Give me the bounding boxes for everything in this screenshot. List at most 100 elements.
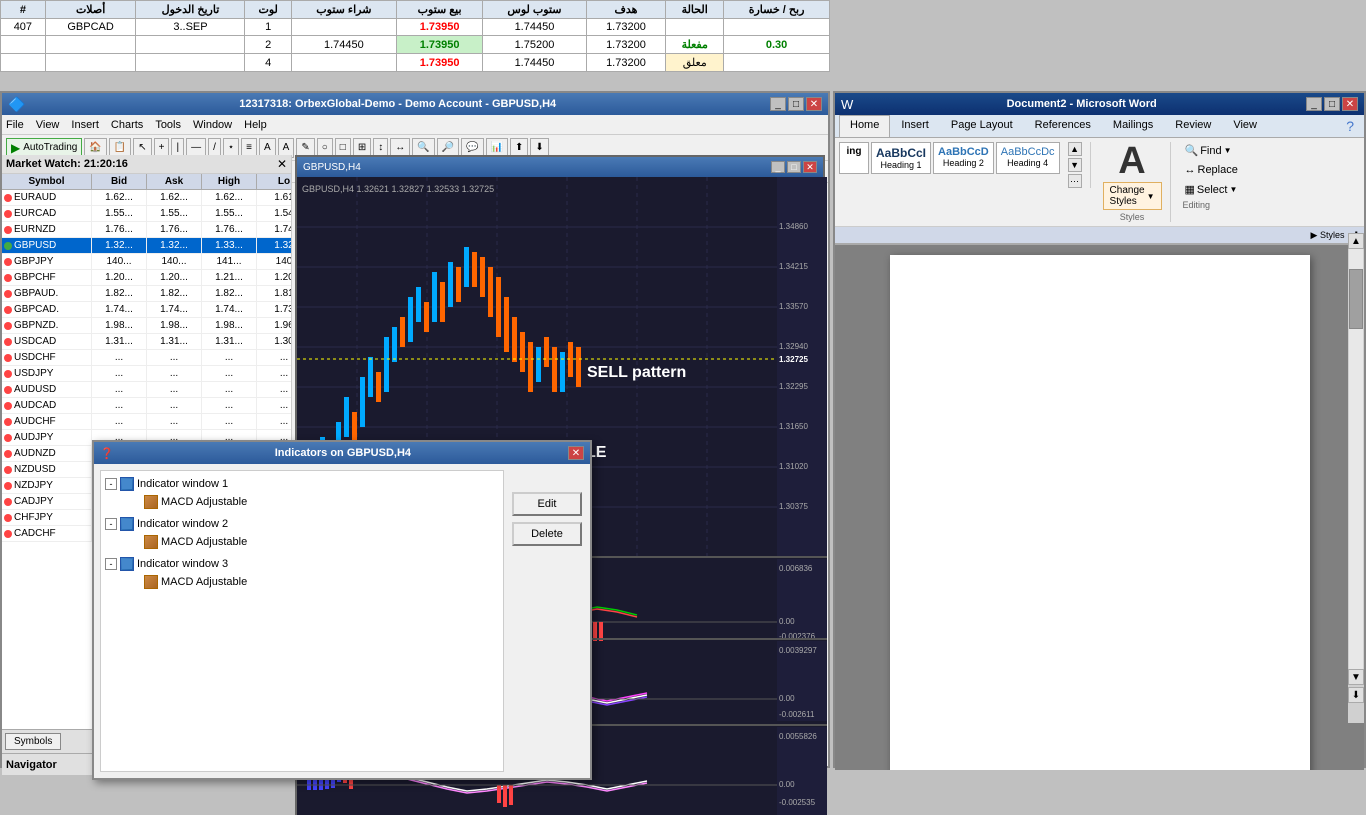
tree-item-window1[interactable]: - Indicator window 1 <box>105 475 499 493</box>
menu-help[interactable]: Help <box>244 119 267 131</box>
style-box-h2[interactable]: AaBbCcD Heading 2 <box>933 142 994 174</box>
tab-references[interactable]: References <box>1024 115 1102 137</box>
word-restore-btn[interactable]: □ <box>1324 97 1340 111</box>
scroll-up-btn[interactable]: ▲ <box>1348 233 1364 249</box>
mt-minimize-btn[interactable]: _ <box>770 97 786 111</box>
select-arrow: ▼ <box>1229 185 1237 194</box>
macd-item-1[interactable]: MACD Adjustable <box>129 493 499 511</box>
chart-close-btn[interactable]: ✕ <box>803 161 817 173</box>
expand-btn-3[interactable]: - <box>105 558 117 570</box>
mw-row-eurnzd[interactable]: EURNZD 1.76...1.76...1.76...1.74 <box>2 222 291 238</box>
macd-item-2[interactable]: MACD Adjustable <box>129 533 499 551</box>
mt-title: 12317318: OrbexGlobal-Demo - Demo Accoun… <box>239 98 556 110</box>
styles-up-btn[interactable]: ▲ <box>1068 142 1082 156</box>
mw-row-gbpusd[interactable]: GBPUSD 1.32...1.32...1.33...1.32 <box>2 238 291 254</box>
row-pl <box>724 54 830 72</box>
styles-down-btn[interactable]: ▼ <box>1068 158 1082 172</box>
col-bid: Bid <box>92 174 147 189</box>
tab-view[interactable]: View <box>1222 115 1268 137</box>
market-watch-close[interactable]: ✕ <box>277 157 287 171</box>
word-help-icon[interactable]: ? <box>1340 115 1360 137</box>
select-btn[interactable]: ▦ Select ▼ <box>1183 181 1240 198</box>
dot-icon <box>4 194 12 202</box>
tab-review[interactable]: Review <box>1164 115 1222 137</box>
mt-close-btn[interactable]: ✕ <box>806 97 822 111</box>
word-close-btn[interactable]: ✕ <box>1342 97 1358 111</box>
style-box-partial[interactable]: ing <box>839 142 869 174</box>
change-styles-label: ChangeStyles <box>1110 185 1145 207</box>
menu-window[interactable]: Window <box>193 119 232 131</box>
tab-insert[interactable]: Insert <box>890 115 940 137</box>
mt-titlebar: 🔷 12317318: OrbexGlobal-Demo - Demo Acco… <box>2 93 828 115</box>
mw-row-gbpnzd[interactable]: GBPNZD. 1.98...1.98...1.98...1.96 <box>2 318 291 334</box>
mw-row-gbpchf[interactable]: GBPCHF 1.20...1.20...1.21...1.20 <box>2 270 291 286</box>
mw-row-gbpjpy[interactable]: GBPJPY 140...140...141...140 <box>2 254 291 270</box>
menu-tools[interactable]: Tools <box>155 119 181 131</box>
style-box-h4[interactable]: AaBbCcDc Heading 4 <box>996 142 1060 174</box>
styles-row: ing AaBbCcI Heading 1 AaBbCcD Heading 2 … <box>839 142 1060 174</box>
dot-icon <box>4 354 12 362</box>
scroll-thumb[interactable] <box>1349 269 1363 329</box>
mw-row-usdcad[interactable]: USDCAD 1.31...1.31...1.31...1.30 <box>2 334 291 350</box>
word-titlebar: W Document2 - Microsoft Word _ □ ✕ <box>835 93 1364 115</box>
find-btn[interactable]: 🔍 Find ▼ <box>1183 142 1240 159</box>
macd-item-3[interactable]: MACD Adjustable <box>129 573 499 591</box>
menu-insert[interactable]: Insert <box>71 119 99 131</box>
mw-row-audcad[interactable]: AUDCAD ............ <box>2 398 291 414</box>
symbols-btn[interactable]: Symbols <box>5 733 61 750</box>
word-minimize-btn[interactable]: _ <box>1306 97 1322 111</box>
mw-row-audchf[interactable]: AUDCHF ............ <box>2 414 291 430</box>
menu-charts[interactable]: Charts <box>111 119 143 131</box>
mw-row-usdjpy[interactable]: USDJPY ............ <box>2 366 291 382</box>
navigator-label: Navigator <box>6 759 57 771</box>
svg-text:-0.002611: -0.002611 <box>779 710 815 719</box>
edit-btn[interactable]: Edit <box>512 492 582 516</box>
mw-row-eurcad[interactable]: EURCAD 1.55...1.55...1.55...1.54 <box>2 206 291 222</box>
mw-row-audusd[interactable]: AUDUSD ............ <box>2 382 291 398</box>
tab-page-layout[interactable]: Page Layout <box>940 115 1024 137</box>
editing-buttons: 🔍 Find ▼ ↔ Replace ▦ Select ▼ <box>1183 142 1240 198</box>
mw-row-gbpcad[interactable]: GBPCAD. 1.74...1.74...1.74...1.73 <box>2 302 291 318</box>
styles-expand-btn[interactable]: ⋯ <box>1068 174 1082 188</box>
svg-text:0.00: 0.00 <box>779 617 795 626</box>
row-entry <box>136 36 245 54</box>
dot-icon <box>4 466 12 474</box>
menu-view[interactable]: View <box>36 119 60 131</box>
dialog-question-icon: ❓ <box>100 447 114 460</box>
mw-row-usdchf[interactable]: USDCHF ............ <box>2 350 291 366</box>
col-pl: ربح / خسارة <box>724 1 830 19</box>
scroll-bottom-btn[interactable]: ⬇ <box>1348 687 1364 703</box>
delete-btn[interactable]: Delete <box>512 522 582 546</box>
chart-restore-btn[interactable]: □ <box>787 161 801 173</box>
dot-icon <box>4 530 12 538</box>
row-num <box>1 36 46 54</box>
row-status-pending: معلق <box>666 54 724 72</box>
word-ribbon-tabs: Home Insert Page Layout References Maili… <box>835 115 1364 138</box>
dot-icon <box>4 242 12 250</box>
dialog-close-btn[interactable]: ✕ <box>568 446 584 460</box>
expand-btn-1[interactable]: - <box>105 478 117 490</box>
tab-mailings[interactable]: Mailings <box>1102 115 1164 137</box>
replace-label: Replace <box>1198 164 1238 176</box>
chart-minimize-btn[interactable]: _ <box>771 161 785 173</box>
svg-text:1.32725: 1.32725 <box>779 355 808 364</box>
change-styles-arrow: ▼ <box>1147 192 1155 201</box>
row-sell-stop: 1.73950 <box>396 36 483 54</box>
large-a-icon: A <box>1118 142 1145 180</box>
mw-row-euraud[interactable]: EURAUD 1.62...1.62...1.62...1.61 <box>2 190 291 206</box>
change-styles-btn[interactable]: ChangeStyles ▼ <box>1103 182 1162 210</box>
style-box-h1[interactable]: AaBbCcI Heading 1 <box>871 142 931 174</box>
replace-btn[interactable]: ↔ Replace <box>1183 162 1240 178</box>
scroll-down-btn[interactable]: ▼ <box>1348 669 1364 685</box>
mt-window-icon: 🔷 <box>8 96 25 113</box>
tree-item-window3[interactable]: - Indicator window 3 <box>105 555 499 573</box>
word-ribbon: ing AaBbCcI Heading 1 AaBbCcD Heading 2 … <box>835 138 1364 227</box>
expand-btn-2[interactable]: - <box>105 518 117 530</box>
tree-item-window2[interactable]: - Indicator window 2 <box>105 515 499 533</box>
menu-file[interactable]: File <box>6 119 24 131</box>
mt-maximize-btn[interactable]: □ <box>788 97 804 111</box>
col-high: High <box>202 174 257 189</box>
dot-icon <box>4 338 12 346</box>
tab-home[interactable]: Home <box>839 115 890 137</box>
mw-row-gbpaud[interactable]: GBPAUD. 1.82...1.82...1.82...1.81 <box>2 286 291 302</box>
